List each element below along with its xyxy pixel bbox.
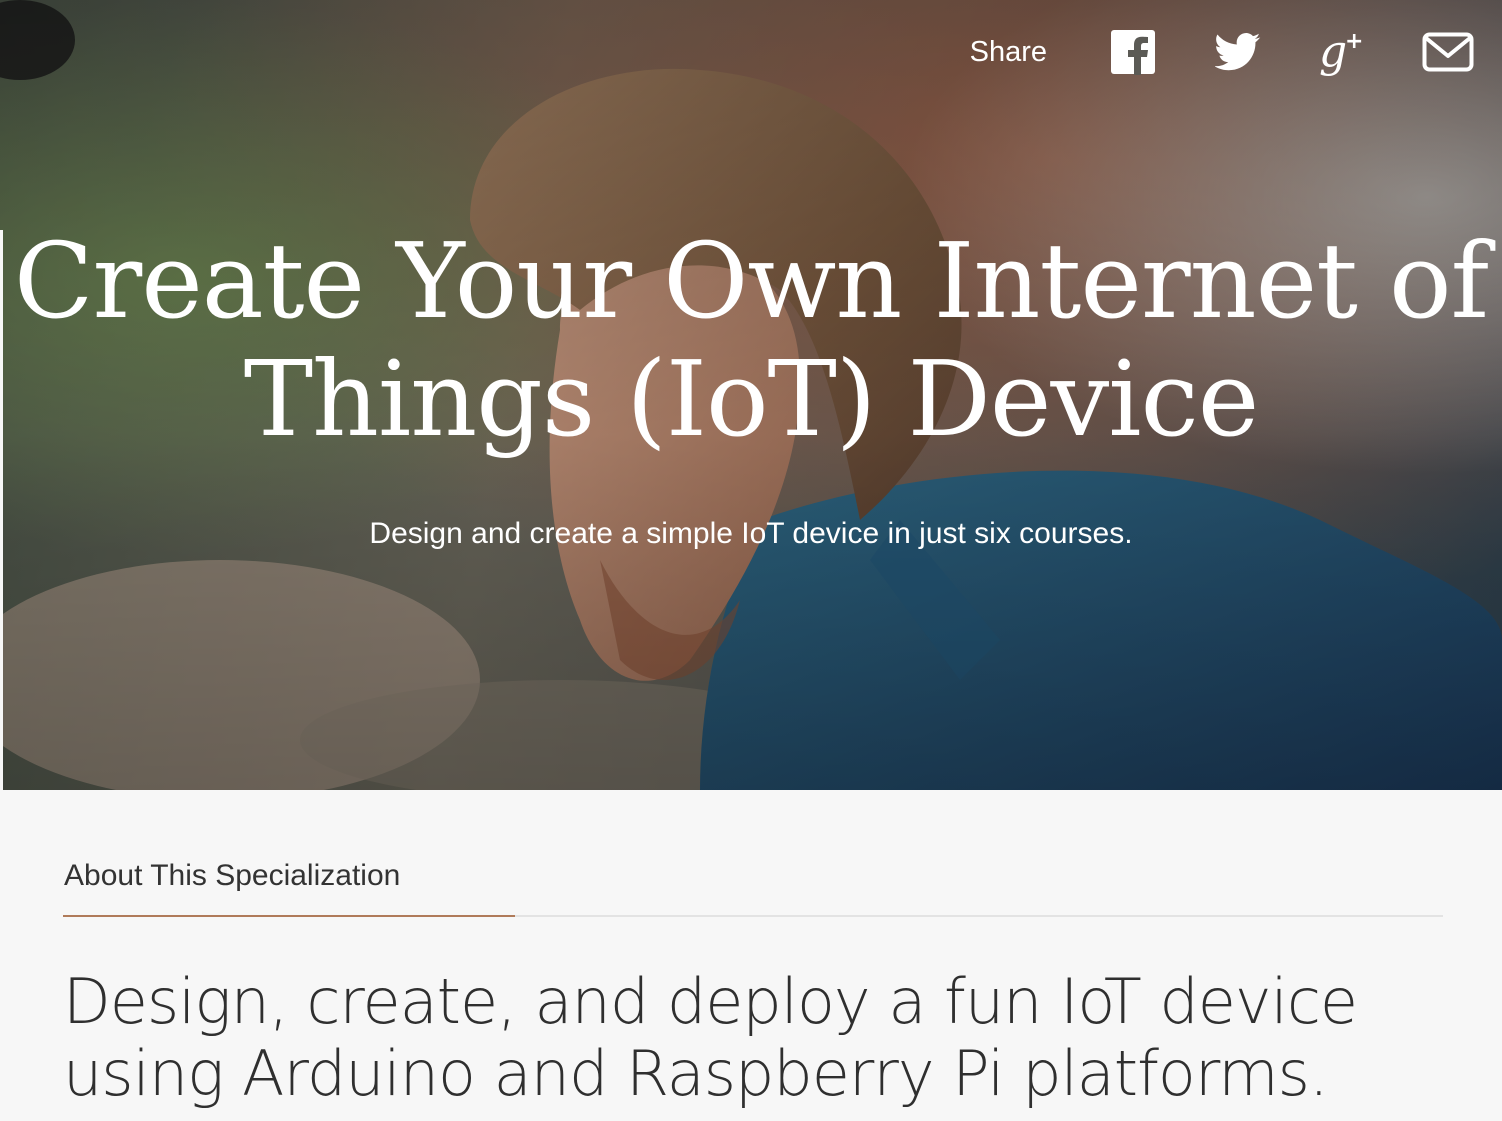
share-bar: Share g + [970, 24, 1474, 80]
page-title: Create Your Own Internet of Things (IoT)… [13, 220, 1489, 460]
share-label: Share [969, 35, 1047, 68]
hero-left-edge [0, 230, 3, 790]
page: Share g + Create Your Own Internet of Th… [0, 0, 1502, 1121]
facebook-icon[interactable] [1107, 26, 1159, 78]
active-tab-indicator [63, 915, 515, 917]
svg-text:+: + [1345, 29, 1363, 54]
email-icon[interactable] [1422, 26, 1474, 78]
about-headline: Design, create, and deploy a fun IoT dev… [63, 965, 1358, 1110]
google-plus-icon[interactable]: g + [1317, 26, 1369, 78]
tab-about-this-specialization[interactable]: About This Specialization [64, 856, 400, 896]
page-subtitle: Design and create a simple IoT device in… [369, 517, 1133, 550]
about-section: About This Specialization Design, create… [0, 790, 1502, 1121]
twitter-icon[interactable] [1212, 26, 1264, 78]
svg-text:g: g [1319, 26, 1347, 77]
hero-banner: Share g + Create Your Own Internet of Th… [0, 0, 1502, 790]
